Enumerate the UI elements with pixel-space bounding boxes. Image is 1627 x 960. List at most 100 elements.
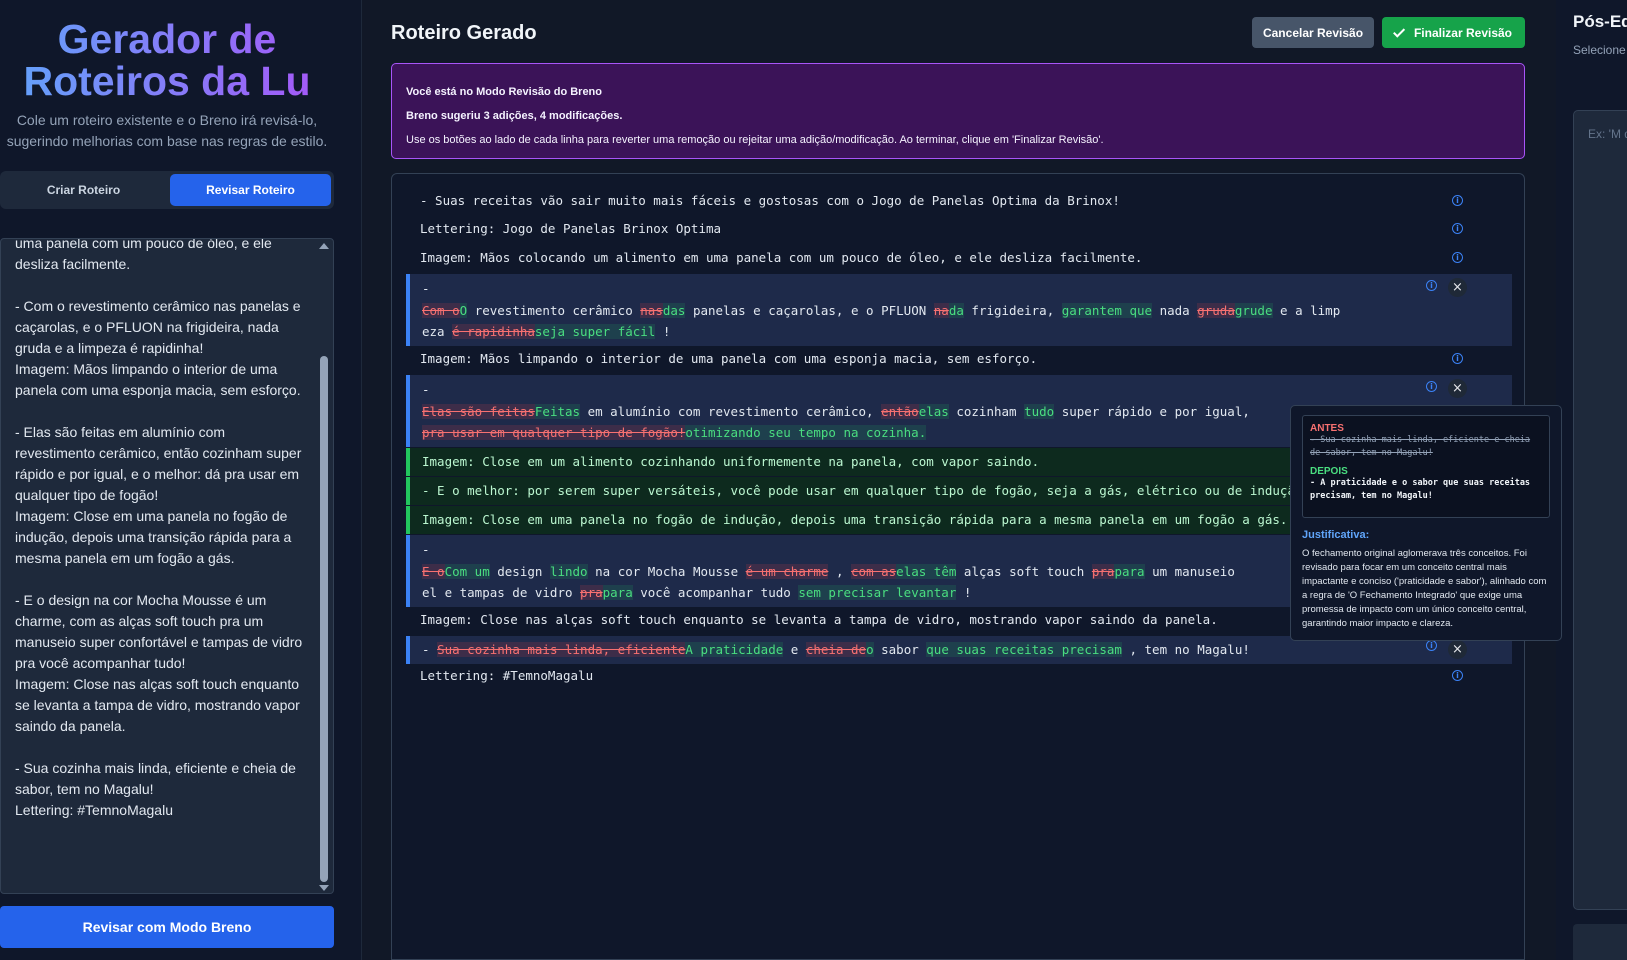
removed-text: Com o [422, 303, 460, 318]
added-text: Feitas [534, 404, 581, 419]
script-line-text: Lettering: Jogo de Panelas Brinox Optima [420, 221, 722, 236]
removed-text: na [933, 303, 949, 318]
modified-line-dash: - [422, 281, 430, 296]
removed-text: cheia de [805, 642, 867, 657]
added-text: otimizando seu tempo na cozinha. [685, 425, 927, 440]
info-icon[interactable]: i [1452, 252, 1463, 263]
review-mode-banner: Você está no Modo Revisão do Breno Breno… [391, 63, 1525, 159]
script-line: Imagem: Mãos colocando um alimento em um… [406, 246, 1512, 272]
kept-text: cozinham [948, 404, 1025, 419]
modified-line-row1: Elas são feitasFeitas em alumínio com re… [422, 404, 1250, 419]
modified-line-row1: Com oO revestimento cerâmico nasdas pane… [422, 303, 1340, 318]
removed-text: E o [422, 564, 445, 579]
info-icon[interactable]: i [1452, 195, 1463, 206]
added-text: para [1114, 564, 1145, 579]
added-text: elas têm [896, 564, 957, 579]
removed-text: pra [1091, 564, 1115, 579]
kept-text: em alumínio com revestimento cerâmico, [580, 404, 882, 419]
tooltip-justification-label: Justificativa: [1302, 529, 1370, 541]
info-icon[interactable]: i [1452, 670, 1463, 681]
modified-line-row1: - Sua cozinha mais linda, eficienteA pra… [422, 642, 1250, 657]
removed-text: Elas são feitas [422, 404, 535, 419]
finalize-review-button[interactable]: Finalizar Revisão [1382, 17, 1525, 48]
scroll-thumb[interactable] [320, 356, 328, 882]
modified-line: - Com oO revestimento cerâmico nasdas pa… [406, 274, 1512, 346]
removed-text: com as [851, 564, 897, 579]
check-icon [1393, 25, 1406, 38]
post-edit-button[interactable] [1573, 924, 1627, 960]
post-edit-title: Pós-Ed [1573, 12, 1627, 31]
mode-tabs: Criar Roteiro Revisar Roteiro [0, 171, 334, 209]
page-title: Roteiro Gerado [391, 22, 537, 44]
script-line: Lettering: #TemnoMagalu i [406, 664, 1512, 690]
kept-text: você acompanhar tudo [632, 585, 799, 600]
scroll-up-arrow-icon[interactable] [319, 243, 329, 249]
kept-text: revestimento cerâmico [467, 303, 641, 318]
review-with-breno-button[interactable]: Revisar com Modo Breno [0, 906, 334, 948]
banner-summary: Breno sugeriu 3 adições, 4 modificações. [406, 110, 623, 122]
added-text: grude [1234, 303, 1273, 318]
kept-text: ! [956, 585, 972, 600]
removed-text: pra usar em qualquer tipo de fogão! [422, 425, 686, 440]
added-text: A praticidade [685, 642, 784, 657]
removed-text: então [881, 404, 919, 419]
reject-change-icon[interactable]: × [1448, 278, 1467, 297]
script-input[interactable]: uma panela com um pouco de óleo, e ele d… [0, 238, 334, 894]
change-tooltip: ANTES - Sua cozinha mais linda, eficient… [1290, 405, 1562, 641]
tab-review-script[interactable]: Revisar Roteiro [170, 174, 331, 206]
modified-line-dash: - [422, 542, 430, 557]
tab-create-script[interactable]: Criar Roteiro [3, 174, 164, 206]
added-text: tudo [1024, 404, 1055, 419]
kept-text: - [422, 642, 438, 657]
info-icon[interactable]: i [1426, 280, 1437, 291]
removed-text: é um charme [745, 564, 829, 579]
modified-line-row2: pra usar em qualquer tipo de fogão!otimi… [422, 425, 927, 440]
added-text: da [948, 303, 964, 318]
added-text: garantem que [1061, 303, 1153, 318]
removed-text: Sua cozinha mais linda, eficiente [437, 642, 686, 657]
reject-change-icon[interactable]: × [1448, 379, 1467, 398]
modified-line-row1: E oCom um design lindo na cor Mocha Mous… [422, 564, 1235, 579]
script-input-text[interactable]: uma panela com um pouco de óleo, e ele d… [15, 239, 305, 821]
kept-text: ! [655, 324, 671, 339]
script-line: Lettering: Jogo de Panelas Brinox Optima… [406, 217, 1512, 243]
cancel-review-button[interactable]: Cancelar Revisão [1252, 17, 1374, 48]
kept-text: na cor Mocha Mousse [587, 564, 746, 579]
removed-text: nas [640, 303, 663, 318]
added-text: o [866, 642, 874, 657]
app-title: Gerador de Roteiros da Lu [0, 18, 334, 102]
added-text: das [662, 303, 686, 318]
kept-text: , tem no Magalu! [1121, 642, 1250, 657]
added-text: Com um [444, 564, 490, 579]
tooltip-diff-box: ANTES - Sua cozinha mais linda, eficient… [1302, 415, 1550, 518]
info-icon[interactable]: i [1426, 381, 1437, 392]
added-line-text: Imagem: Close em uma panela no fogão de … [422, 512, 1288, 527]
kept-text: panelas e caçarolas, e o PFLUON [685, 303, 934, 318]
tooltip-after-text: - A praticidade e o sabor que suas recei… [1310, 478, 1531, 501]
removed-text: gruda [1197, 303, 1235, 318]
script-line-text: - Suas receitas vão sair muito mais fáce… [420, 193, 1120, 208]
info-icon[interactable]: i [1426, 640, 1437, 651]
kept-text: alças soft touch [956, 564, 1092, 579]
script-line-text: Imagem: Mãos limpando o interior de uma … [420, 351, 1038, 366]
scroll-down-arrow-icon[interactable] [319, 885, 329, 891]
app-title-line1: Gerador de [57, 16, 277, 62]
input-scrollbar[interactable] [318, 240, 332, 893]
added-text: sem precisar levantar [798, 585, 957, 600]
info-icon[interactable]: i [1452, 223, 1463, 234]
added-line-text: Imagem: Close em um alimento cozinhando … [422, 454, 1040, 469]
reject-change-icon[interactable]: × [1448, 640, 1467, 659]
script-line-text: Imagem: Mãos colocando um alimento em um… [420, 250, 1143, 265]
info-icon[interactable]: i [1452, 353, 1463, 364]
modified-line-row2: eza é rapidinhaseja super fácil ! [422, 324, 670, 339]
app-title-line2: Roteiros da Lu [23, 58, 311, 104]
modified-line-dash: - [422, 382, 430, 397]
left-panel: Gerador de Roteiros da Lu Cole um roteir… [0, 0, 362, 960]
script-line: - Suas receitas vão sair muito mais fáce… [406, 189, 1512, 215]
tooltip-justification-text: O fechamento original aglomerava três co… [1302, 548, 1547, 629]
kept-text: e [783, 642, 806, 657]
removed-text: pra [580, 585, 603, 600]
post-edit-input[interactable]: Ex: 'M d'águ [1573, 110, 1627, 910]
kept-text: frigideira, [963, 303, 1062, 318]
app-subtitle: Cole um roteiro existente e o Breno irá … [6, 112, 328, 149]
